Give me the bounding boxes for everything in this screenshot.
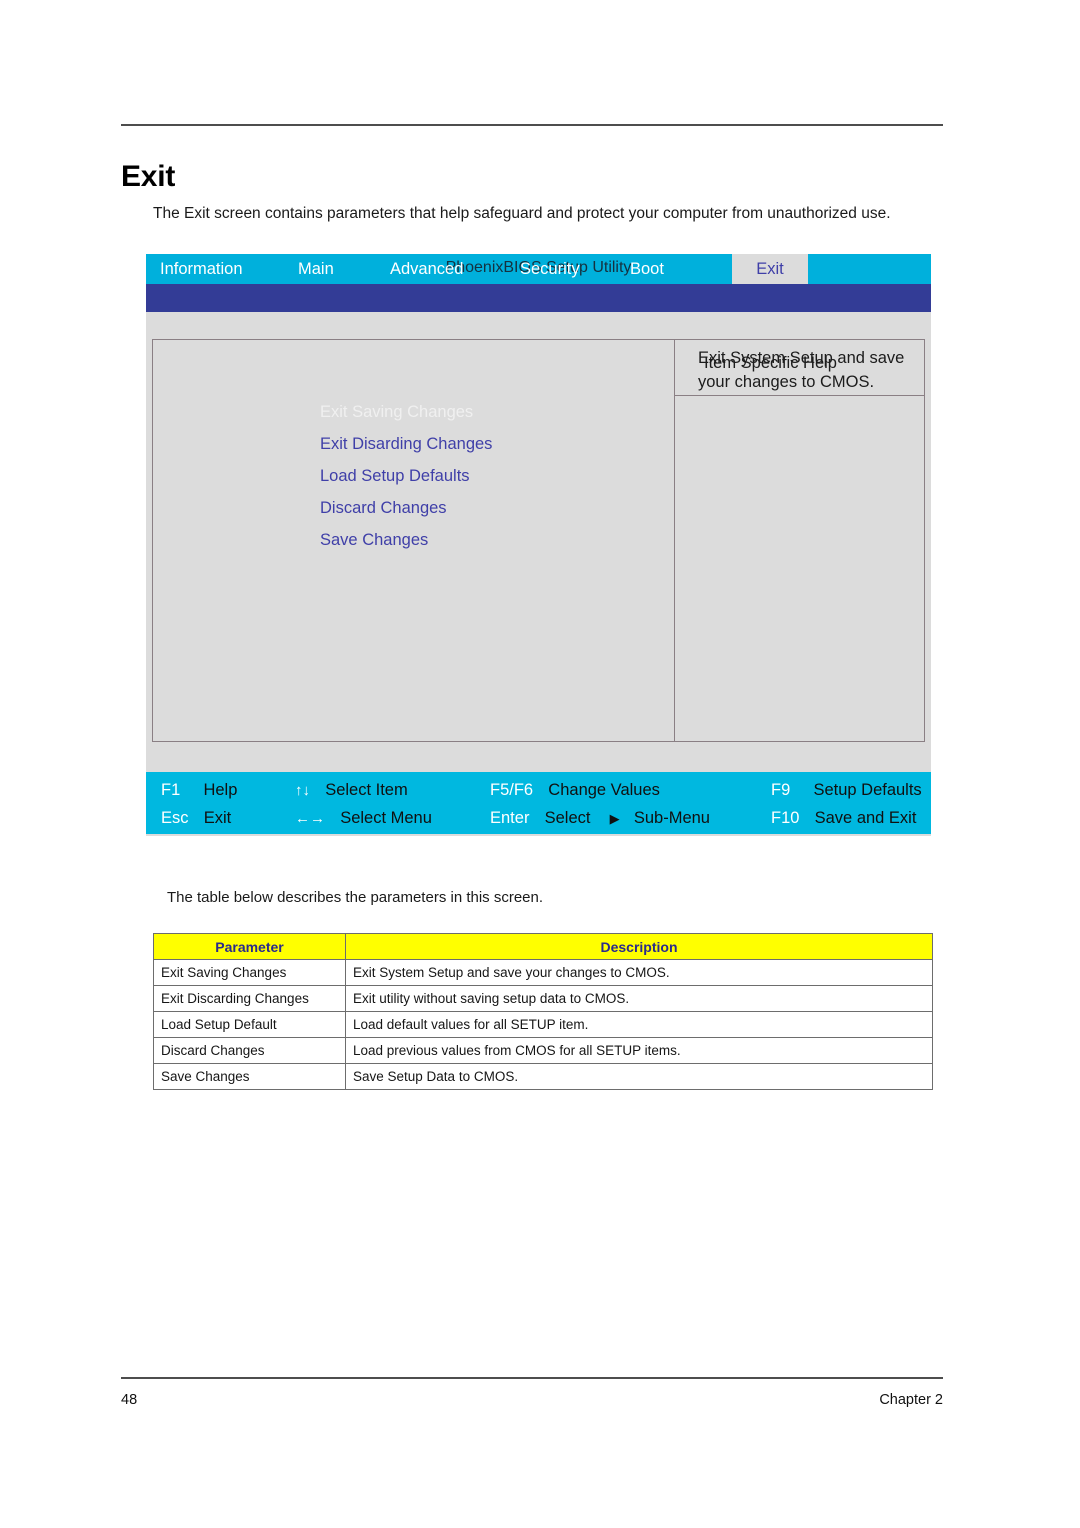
page-top-rule (121, 124, 943, 126)
parameter-table: Parameter Description Exit Saving Change… (153, 933, 933, 1090)
table-cell-parameter: Load Setup Default (153, 1011, 346, 1038)
function-key-f10-key: F10 (771, 809, 800, 827)
table-cell-description: Load default values for all SETUP item. (345, 1011, 933, 1038)
function-key-enter-key: Enter (490, 809, 530, 827)
function-key-f9-action: Setup Defaults (813, 781, 922, 799)
table-row: Exit Discarding Changes Exit utility wit… (153, 985, 933, 1012)
function-key-f5-f6-action: Change Values (548, 781, 660, 799)
table-header-parameter: Parameter (153, 933, 346, 960)
table-row: Load Setup Default Load default values f… (153, 1011, 933, 1038)
menu-item-save-changes[interactable]: Save Changes (320, 524, 492, 556)
bios-function-key-bar: F1 Help ↑↓ Select Item F5/F6 Change Valu… (146, 772, 931, 834)
function-key-enter-action: Select (544, 809, 591, 827)
bios-tab-bar (146, 282, 931, 312)
table-row: Save Changes Save Setup Data to CMOS. (153, 1063, 933, 1090)
table-cell-description: Exit utility without saving setup data t… (345, 985, 933, 1012)
function-key-select-menu-action: Select Menu (340, 809, 432, 827)
function-key-f5-f6[interactable]: F5/F6 Change Values (490, 781, 660, 800)
menu-item-exit-discarding-changes[interactable]: Exit Disarding Changes (320, 428, 492, 460)
table-cell-description: Load previous values from CMOS for all S… (345, 1037, 933, 1064)
tab-advanced[interactable]: Advanced (390, 254, 463, 284)
function-key-f5-f6-key: F5/F6 (490, 781, 534, 799)
bios-setup-screen: PhoenixBIOS Setup Utility Information Ma… (146, 254, 931, 836)
table-row: Exit Saving Changes Exit System Setup an… (153, 959, 933, 986)
intro-paragraph: The Exit screen contains parameters that… (153, 204, 891, 222)
left-right-arrow-icon: ←→ (295, 810, 325, 827)
table-row: Discard Changes Load previous values fro… (153, 1037, 933, 1064)
panel-divider (674, 340, 675, 741)
exit-menu-list: Exit Saving Changes Exit Disarding Chang… (320, 396, 492, 556)
table-cell-parameter: Save Changes (153, 1063, 346, 1090)
function-key-f10-action: Save and Exit (814, 809, 917, 827)
function-key-select-item[interactable]: ↑↓ Select Item (295, 781, 408, 800)
tab-information[interactable]: Information (160, 254, 243, 284)
function-key-f1-action: Help (203, 781, 238, 799)
page-title: Exit (121, 160, 176, 194)
tab-security[interactable]: Security (520, 254, 580, 284)
up-down-arrow-icon: ↑↓ (295, 782, 310, 799)
function-key-esc-key: Esc (161, 809, 189, 827)
function-key-select-item-action: Select Item (325, 781, 408, 799)
function-key-f1[interactable]: F1 Help (161, 781, 237, 800)
menu-item-load-setup-defaults[interactable]: Load Setup Defaults (320, 460, 492, 492)
table-cell-parameter: Discard Changes (153, 1037, 346, 1064)
function-key-esc[interactable]: Esc Exit (161, 809, 231, 828)
tab-boot[interactable]: Boot (630, 254, 664, 284)
table-header-row: Parameter Description (153, 933, 933, 960)
table-cell-description: Exit System Setup and save your changes … (345, 959, 933, 986)
table-cell-description: Save Setup Data to CMOS. (345, 1063, 933, 1090)
footer-chapter-label: Chapter 2 (879, 1392, 943, 1408)
bios-content-panel (152, 339, 925, 742)
function-key-enter[interactable]: Enter Select ▶ Sub-Menu (490, 809, 710, 828)
menu-item-discard-changes[interactable]: Discard Changes (320, 492, 492, 524)
function-key-select-menu[interactable]: ←→ Select Menu (295, 809, 432, 828)
function-key-f9-key: F9 (771, 781, 791, 799)
tab-exit[interactable]: Exit (732, 254, 808, 284)
table-intro-paragraph: The table below describes the parameters… (167, 889, 544, 906)
function-key-f9[interactable]: F9 Setup Defaults (771, 781, 922, 800)
function-key-f10[interactable]: F10 Save and Exit (771, 809, 916, 828)
submenu-triangle-icon: ▶ (609, 811, 620, 826)
tab-main[interactable]: Main (298, 254, 334, 284)
function-key-f1-key: F1 (161, 781, 181, 799)
function-key-esc-action: Exit (203, 809, 232, 827)
item-specific-help-body: Exit System Setup and save your changes … (698, 349, 905, 391)
submenu-label: Sub-Menu (633, 809, 710, 827)
footer-page-number: 48 (121, 1392, 138, 1408)
table-cell-parameter: Exit Saving Changes (153, 959, 346, 986)
page-bottom-rule (121, 1377, 943, 1379)
table-cell-parameter: Exit Discarding Changes (153, 985, 346, 1012)
menu-item-exit-saving-changes[interactable]: Exit Saving Changes (320, 396, 492, 428)
table-header-description: Description (345, 933, 933, 960)
